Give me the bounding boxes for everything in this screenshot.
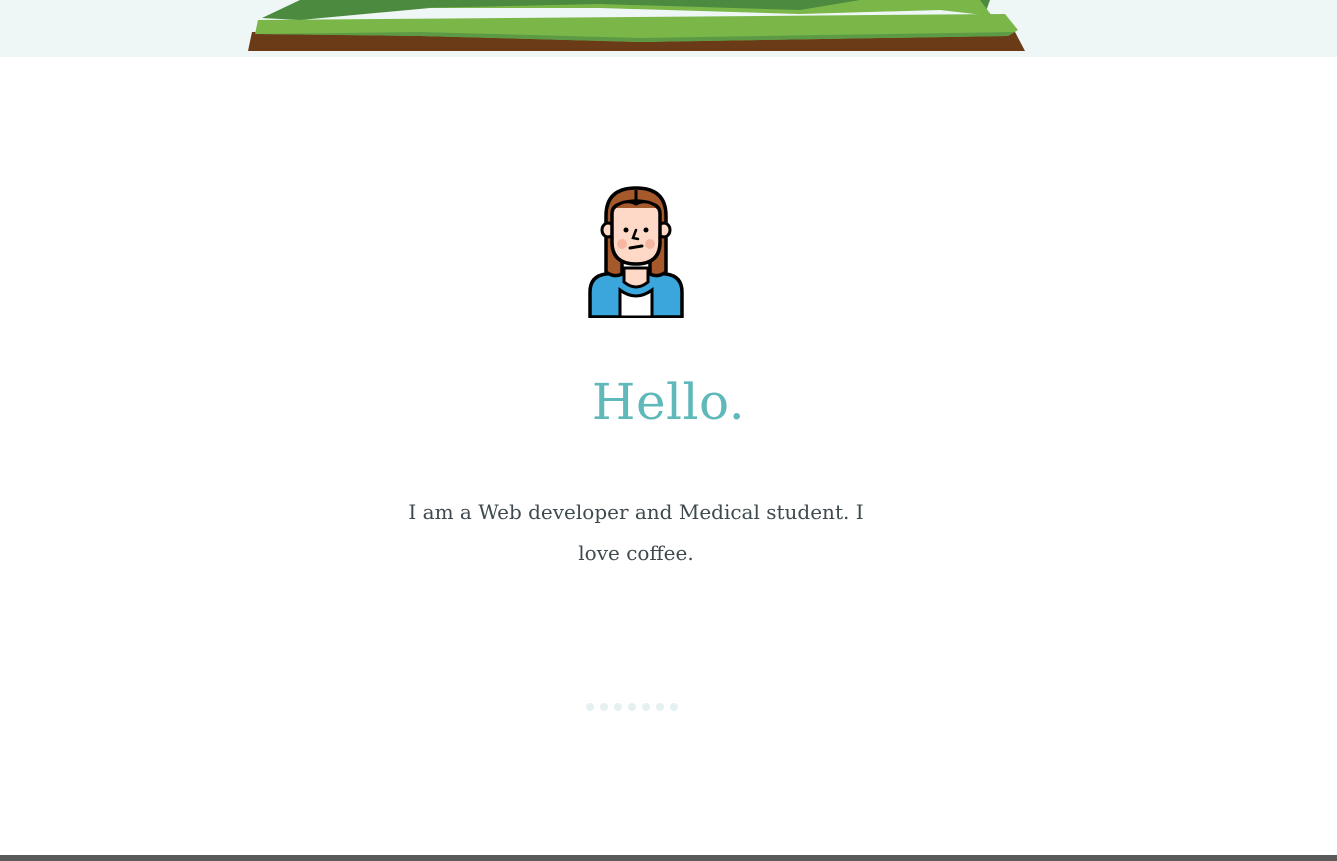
pagination-dot[interactable] [586,703,594,711]
header-band [0,0,1337,57]
footer-bar [0,855,1337,861]
pagination-dot[interactable] [670,703,678,711]
pagination-dot[interactable] [614,703,622,711]
woman-avatar-illustration [588,186,684,318]
pagination-dot[interactable] [642,703,650,711]
pagination-dot[interactable] [600,703,608,711]
pagination-dot[interactable] [656,703,664,711]
page: Hello. I am a Web developer and Medical … [0,0,1337,861]
pagination-dot[interactable] [628,703,636,711]
floating-island-illustration [248,0,1025,51]
pagination-dots [586,703,678,713]
hero-title: Hello. [591,373,746,431]
hero-intro-text: I am a Web developer and Medical student… [408,500,864,565]
